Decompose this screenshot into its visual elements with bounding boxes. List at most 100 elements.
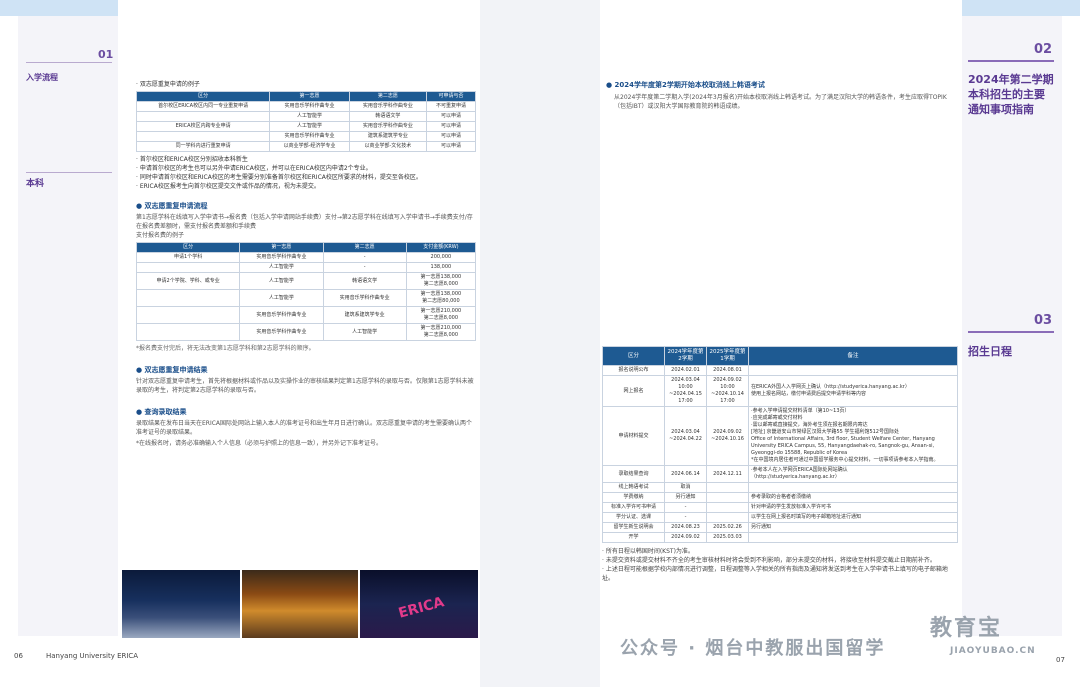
erica-sign-photo: ERICA [360,570,478,638]
table-cell [706,512,749,523]
table-cell: 实用音乐学科作曲专业 [322,289,407,307]
table-cell: 实用音乐学科作曲专业 [239,323,324,341]
table-cell: 第一志愿210,000 第二志愿8,000 [405,323,477,341]
table-cell: 2024.09.02 [664,532,707,543]
table-row: 标准入学许可书申请 - 针对申请的学生发放标准入学许可书 [602,502,958,513]
bullet-item: · ERICA校区报考生向首尔校区提交文件或作品的情况，视为未提交。 [136,183,320,190]
notice-box: ● 2024学年度第2学期开始本校取消线上韩语考试 从2024学年度第二学期入学… [606,80,958,111]
table-cell [748,365,958,376]
table-cell: 另行通知 [748,522,958,533]
table-cell: 可以申请 [425,141,477,152]
table-cell: 2024.08.01 [706,365,749,376]
table-header: 第二志愿 [322,242,407,253]
note-item: · 未提交资料或提交材料不齐全的考生审核材料时将会受到不利影响，部分未提交的材料… [602,557,936,564]
right-page: 02 2024年第二学期本科招生的主要通知事项指南 03 招生日程 ● 2024… [600,0,1080,687]
bullet-item: · 同时申请首尔校区和ERICA校区的考生需要分别准备首尔校区和ERICA校区所… [136,174,422,181]
table-cell: ·参考本人在入学网页ERICA国际处网站确认 （http://studyeric… [748,465,958,483]
table-cell: 人工智能学 [239,262,324,273]
table-cell [706,482,749,493]
section-number-01: 01 [98,48,114,61]
section-divider [968,331,1054,333]
table-cell: 线上韩语考试 [602,482,665,493]
table-cell: 2024.06.14 [664,465,707,483]
query-heading: ● 查询录取结果 [136,408,187,416]
table-row: 人工智能学 -138,000 [135,262,477,273]
left-top-band [0,0,118,16]
table-cell: 2024.09.02 ~2024.10.16 [706,406,749,466]
table-cell: 2024.08.23 [664,522,707,533]
table-row: 人工智能学 实用音乐学科作曲专业 第一志愿138,000 第二志愿80,000 [135,289,477,307]
table-cell: 参考录取的合格者者须缴纳 [748,492,958,503]
table-cell: 人工智能学 [322,323,407,341]
left-page-number: 06 [14,652,23,660]
right-top-band [962,0,1080,16]
query-note: *在线报名时，请务必准确输入个人信息（必须与护照上的信息一致），并另外记下准考证… [136,440,383,447]
table-cell: 首尔校区ERICA校区内同一专业重复申请 [135,101,271,112]
table-cell: 标准入学许可书申请 [602,502,665,513]
table-cell [135,131,271,142]
nav-undergraduate[interactable]: 本科 [26,176,44,189]
table-row: 报名说明公布 2024.02.01 2024.08.01 [602,365,958,376]
table-cell: ERICA校区内跨专业申请 [135,121,271,132]
table-header: 第一志愿 [269,91,350,102]
section-divider [26,172,112,173]
table-cell: - [664,512,707,523]
watermark-url: JIAOYUBAO.CN [950,646,1036,656]
table-cell: 同一学科内进行重复申请 [135,141,271,152]
table-cell: 学费缴纳 [602,492,665,503]
right-page-number: 07 [1056,656,1065,664]
table-header: 2024学年度第2学期 [664,346,707,366]
table-row: 同一学科内进行重复申请 以商业学部-经济学专业 以商业学部-文化技术 可以申请 [135,141,477,152]
table-cell: 人工智能学 [269,111,350,122]
watermark-logo: 教育宝 [930,616,1003,641]
note-item: · 上述日程可能根据学校内部情况进行调整，日程调整等入学相关的所有指南及通知将发… [602,566,948,582]
query-text: 录取结果在发布日当天在ERICA国际处网站上输入本人的准考证号和出生年月日进行确… [136,420,473,436]
table-cell: 针对申请的学生发放标准入学许可书 [748,502,958,513]
nav-admission-process[interactable]: 入学流程 [26,72,58,83]
table-cell: 2025.03.03 [706,532,749,543]
campus-night-photo [122,570,240,638]
table-row: 线上韩语考试 取消 [602,482,958,493]
schedule-table: 区分 2024学年度第2学期 2025学年度第1学期 备注 报名说明公布 2024… [602,346,958,543]
table-cell: 138,000 [405,262,477,273]
table-cell: 2024.03.04 ~2024.04.22 [664,406,707,466]
table-row: 首尔校区ERICA校区内同一专业重复申请 实用音乐学科作曲专业 实用音乐学科作曲专业… [135,101,477,112]
table-header: 第二志愿 [348,91,427,102]
table-row: 留学生新生说明会 2024.08.23 2025.02.26 另行通知 [602,522,958,533]
section-number-03: 03 [1034,313,1053,328]
table-cell: 韩语语文学 [348,111,427,122]
table-cell: 可以申请 [425,111,477,122]
table-cell: 可以申请 [425,121,477,132]
table-header: 备注 [748,346,958,366]
table-cell: - [322,262,407,273]
table-row: 开学 2024.09.02 2025.03.03 [602,532,958,543]
table-row: 申请2个学院、学科、或专业 人工智能学 韩语语文学 第一志愿138,000 第二志愿8… [135,272,477,290]
section-number-02: 02 [1034,42,1053,57]
table-cell: 开学 [602,532,665,543]
section-divider [26,62,112,63]
table-row: 实用音乐学科作曲专业 建筑系建筑学专业 可以申请 [135,131,477,142]
table-cell: 2024.12.11 [706,465,749,483]
table-cell: 以商业学部-文化技术 [348,141,427,152]
table-row: 学分认证、选课 - 以学生在网上报名时填写的电子邮箱地址进行通知 [602,512,958,523]
table-row: 录取结果查询 2024.06.14 2024.12.11 ·参考本人在入学网页ERIC… [602,465,958,483]
table-row: 实用音乐学科作曲专业 人工智能学 第一志愿210,000 第二志愿8,000 [135,323,477,341]
result-heading: ● 双志愿重复申请结果 [136,366,208,374]
section-title-03: 招生日程 [968,345,1012,358]
table-cell: 以商业学部-经济学专业 [269,141,350,152]
section-title-02: 2024年第二学期本科招生的主要通知事项指南 [968,73,1054,116]
table-cell: 人工智能学 [269,121,350,132]
table-cell: 200,000 [405,252,477,263]
table-cell: 以学生在网上报名时填写的电子邮箱地址进行通知 [748,512,958,523]
section-divider [968,60,1054,62]
table-row: 实用音乐学科作曲专业 建筑系建筑学专业 第一志愿210,000 第二志愿8,000 [135,306,477,324]
table-cell: 实用音乐学科作曲专业 [269,101,350,112]
table-row: 申请1个学科 实用音乐学科作曲专业 -200,000 [135,252,477,263]
fee-table: 区分 第一志愿 第二志愿 支付金额(KRW) 申请1个学科 实用音乐学科作曲专业 -… [135,242,477,341]
table-cell [135,323,241,341]
fee-example-heading: 支付报名费的例子 [136,232,185,239]
result-text: 针对双志愿重复申请考生，首先将根据材料或作品以及实操作业的审核结果判定第1志愿学… [136,378,474,394]
table-cell: 实用音乐学科作曲专业 [239,306,324,324]
table-cell: 申请材料提交 [602,406,665,466]
table-row: 人工智能学 韩语语文学 可以申请 [135,111,477,122]
